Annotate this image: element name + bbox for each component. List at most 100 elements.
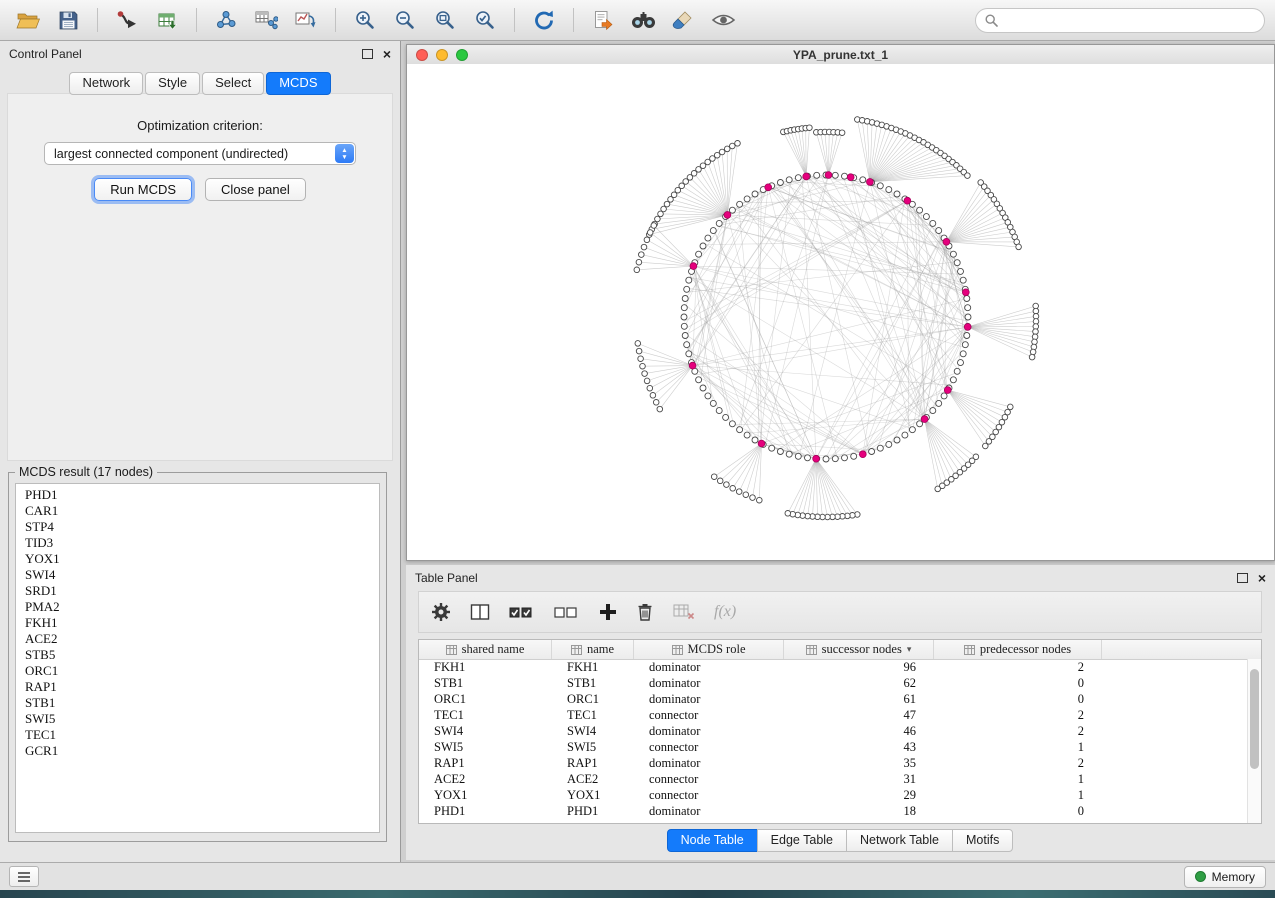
ring-node[interactable] — [682, 333, 688, 339]
dominator-node[interactable] — [813, 455, 820, 462]
ring-node[interactable] — [681, 314, 687, 320]
table-row[interactable]: SWI5SWI5connector431 — [419, 739, 1248, 755]
leaf-node[interactable] — [640, 363, 646, 369]
ring-node[interactable] — [777, 180, 783, 186]
ring-node[interactable] — [744, 196, 750, 202]
table-row[interactable]: FKH1FKH1dominator962 — [419, 659, 1248, 675]
leaf-node[interactable] — [965, 173, 971, 179]
result-node-item[interactable]: YOX1 — [16, 551, 379, 567]
leaf-node[interactable] — [647, 230, 653, 236]
ring-node[interactable] — [950, 377, 956, 383]
dominator-node[interactable] — [803, 173, 810, 180]
leaf-node[interactable] — [839, 130, 845, 136]
leaf-node[interactable] — [661, 206, 667, 212]
leaf-node[interactable] — [735, 141, 741, 147]
leaf-node[interactable] — [638, 356, 644, 362]
leaf-node[interactable] — [935, 486, 941, 492]
result-node-item[interactable]: TID3 — [16, 535, 379, 551]
ring-node[interactable] — [684, 286, 690, 292]
dominator-node[interactable] — [765, 184, 772, 191]
ring-node[interactable] — [777, 449, 783, 455]
leaf-node[interactable] — [730, 486, 736, 492]
ring-node[interactable] — [960, 277, 966, 283]
ring-node[interactable] — [936, 228, 942, 234]
leaf-node[interactable] — [655, 216, 661, 222]
ring-node[interactable] — [930, 220, 936, 226]
ring-node[interactable] — [877, 183, 883, 189]
tab-network[interactable]: Network — [69, 72, 143, 95]
leaf-node[interactable] — [1030, 349, 1036, 355]
network-from-table-button[interactable] — [248, 4, 284, 36]
leaf-node[interactable] — [636, 259, 642, 265]
ring-node[interactable] — [795, 175, 801, 181]
tab-network-table[interactable]: Network Table — [846, 829, 953, 852]
dominator-node[interactable] — [689, 362, 696, 369]
leaf-node[interactable] — [1008, 404, 1014, 410]
function-builder-button[interactable]: f(x) — [714, 603, 736, 621]
result-node-item[interactable]: STB5 — [16, 647, 379, 663]
ring-node[interactable] — [682, 296, 688, 302]
search-network-button[interactable] — [625, 4, 661, 36]
leaf-node[interactable] — [644, 237, 650, 243]
ring-node[interactable] — [686, 277, 692, 283]
leaf-node[interactable] — [983, 443, 989, 449]
leaf-node[interactable] — [644, 378, 650, 384]
ring-node[interactable] — [958, 268, 964, 274]
dominator-node[interactable] — [690, 263, 697, 270]
save-session-button[interactable] — [50, 4, 86, 36]
criterion-dropdown[interactable]: largest connected component (undirected)… — [44, 142, 356, 165]
ring-node[interactable] — [786, 177, 792, 183]
column-header-predecessor-nodes[interactable]: predecessor nodes — [934, 640, 1102, 659]
ring-node[interactable] — [752, 437, 758, 443]
result-node-item[interactable]: PHD1 — [16, 487, 379, 503]
ring-node[interactable] — [696, 377, 702, 383]
float-panel-icon[interactable] — [362, 49, 373, 59]
dominator-node[interactable] — [921, 416, 928, 423]
delete-column-button[interactable] — [636, 602, 654, 622]
leaf-node[interactable] — [785, 511, 791, 517]
table-row[interactable]: RAP1RAP1dominator352 — [419, 755, 1248, 771]
ring-node[interactable] — [962, 342, 968, 348]
result-node-item[interactable]: CAR1 — [16, 503, 379, 519]
table-settings-button[interactable] — [431, 602, 451, 622]
ring-node[interactable] — [752, 191, 758, 197]
network-from-chart-button[interactable] — [288, 4, 324, 36]
ring-node[interactable] — [710, 228, 716, 234]
column-header-name[interactable]: name — [552, 640, 634, 659]
ring-node[interactable] — [823, 456, 829, 462]
ring-node[interactable] — [681, 323, 687, 329]
ring-node[interactable] — [894, 191, 900, 197]
column-header-MCDS-role[interactable]: MCDS role — [634, 640, 784, 659]
tab-node-table[interactable]: Node Table — [667, 829, 758, 852]
ring-node[interactable] — [902, 432, 908, 438]
import-network-from-file-button[interactable] — [109, 4, 145, 36]
leaf-node[interactable] — [736, 489, 742, 495]
ring-node[interactable] — [909, 427, 915, 433]
import-table-from-file-button[interactable] — [149, 4, 185, 36]
mcds-result-list[interactable]: PHD1CAR1STP4TID3YOX1SWI4SRD1PMA2FKH1ACE2… — [15, 483, 380, 833]
ring-node[interactable] — [958, 360, 964, 366]
ring-node[interactable] — [705, 235, 711, 241]
table-row[interactable]: TEC1TEC1connector472 — [419, 707, 1248, 723]
table-row[interactable]: PHD1PHD1dominator180 — [419, 803, 1248, 819]
dominator-node[interactable] — [964, 324, 971, 331]
leaf-node[interactable] — [634, 267, 640, 273]
leaf-node[interactable] — [635, 341, 641, 347]
ring-node[interactable] — [786, 451, 792, 457]
ring-node[interactable] — [941, 393, 947, 399]
leaf-node[interactable] — [1029, 354, 1035, 360]
table-row[interactable]: ACE2ACE2connector311 — [419, 771, 1248, 787]
ring-node[interactable] — [696, 251, 702, 257]
ring-node[interactable] — [716, 220, 722, 226]
leaf-node[interactable] — [647, 385, 653, 391]
ring-node[interactable] — [960, 351, 966, 357]
ring-node[interactable] — [869, 449, 875, 455]
leaf-node[interactable] — [807, 125, 813, 131]
tab-style[interactable]: Style — [145, 72, 200, 95]
column-header-successor-nodes[interactable]: successor nodes▾ — [784, 640, 934, 659]
ring-node[interactable] — [851, 453, 857, 459]
search-input[interactable] — [1004, 12, 1255, 28]
dominator-node[interactable] — [859, 451, 866, 458]
dominator-node[interactable] — [962, 289, 969, 296]
result-node-item[interactable]: ORC1 — [16, 663, 379, 679]
